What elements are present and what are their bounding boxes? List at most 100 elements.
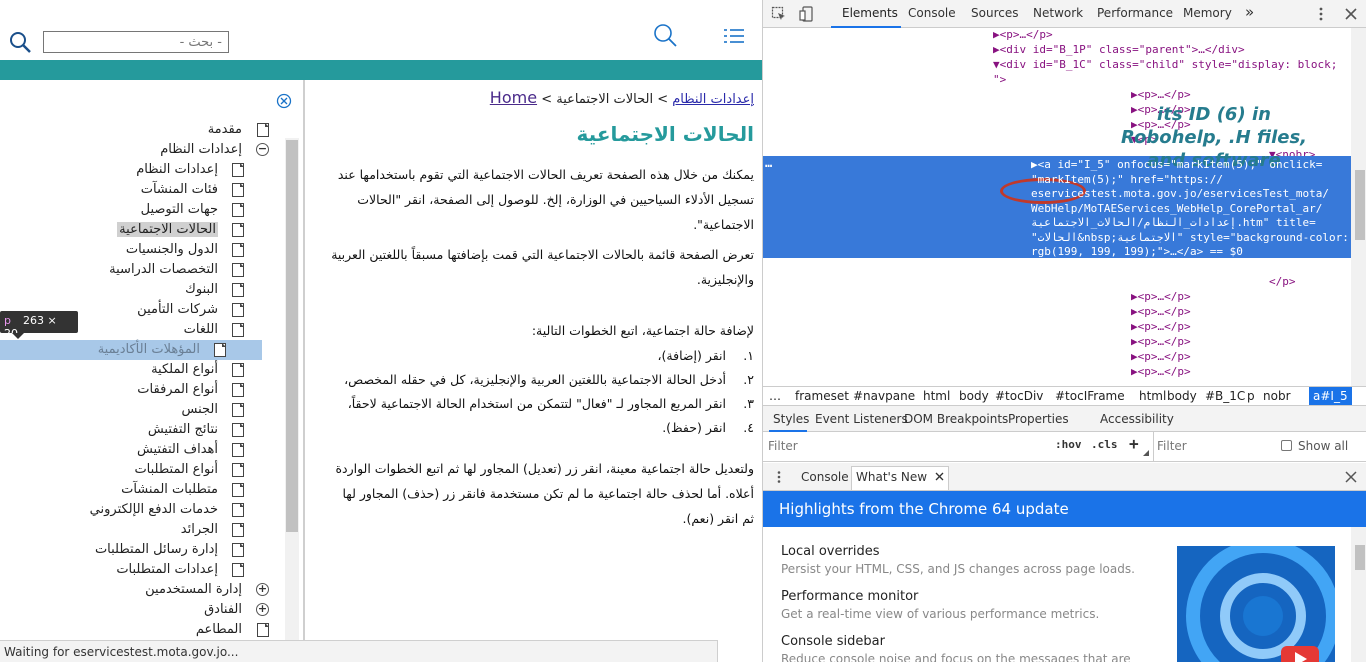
toc-item[interactable]: أنواع المتطلبات xyxy=(0,460,280,480)
dom-node[interactable]: ▶<p>…</p> xyxy=(763,28,1351,43)
dom-node[interactable]: ▶<p>…</p> xyxy=(763,320,1351,335)
toc-item[interactable]: نتائج التفتيش xyxy=(0,420,280,440)
class-toggle[interactable]: .cls xyxy=(1091,438,1118,451)
node-actions-ellipsis[interactable]: … xyxy=(765,156,772,170)
toc-item[interactable]: إعدادات المتطلبات xyxy=(0,560,280,580)
page-icon[interactable] xyxy=(232,203,244,217)
search-icon[interactable] xyxy=(8,30,34,56)
tab-sources[interactable]: Sources xyxy=(971,6,1018,20)
dom-node[interactable]: ▶<p>…</p> xyxy=(763,350,1351,365)
page-icon[interactable] xyxy=(232,403,244,417)
dom-breadcrumb-item[interactable]: frameset xyxy=(795,389,849,403)
page-icon[interactable] xyxy=(232,463,244,477)
toc-item[interactable]: الدول والجنسيات xyxy=(0,240,280,260)
dom-node[interactable]: ▶<p>…</p> xyxy=(763,88,1351,103)
toc-item[interactable]: إدارة رسائل المتطلبات xyxy=(0,540,280,560)
dom-node[interactable]: "> xyxy=(763,73,1351,88)
drawer-menu-icon[interactable] xyxy=(775,470,783,484)
page-icon[interactable] xyxy=(232,523,244,537)
tab-console[interactable]: Console xyxy=(908,6,956,20)
toc-item[interactable]: المطاعم xyxy=(0,620,280,640)
drawer-tab-console[interactable]: Console xyxy=(801,470,849,484)
drawer-tab-whats-new[interactable]: What's New xyxy=(851,466,949,490)
dom-node[interactable]: ▶<p>…</p> xyxy=(763,365,1351,380)
more-tabs-button[interactable]: » xyxy=(1245,3,1254,21)
page-icon[interactable] xyxy=(232,243,244,257)
dom-node[interactable]: ▶<p>…</p> xyxy=(763,290,1351,305)
toc-item[interactable]: الجنس xyxy=(0,400,280,420)
tab-properties[interactable]: Properties xyxy=(1008,412,1069,426)
page-icon[interactable] xyxy=(232,163,244,177)
dom-tree[interactable]: ▼<nobr> ▼<p> ▶<p>…</p> ▶<p>…</p> ▶<p>…</p> ">… xyxy=(763,28,1351,386)
page-icon[interactable] xyxy=(232,543,244,557)
close-drawer-icon[interactable] xyxy=(1345,471,1357,483)
dom-node[interactable]: ▼<div id="B_1C" class="child" style="dis… xyxy=(763,58,1351,73)
tab-styles[interactable]: Styles xyxy=(773,412,809,426)
search-toc-icon[interactable] xyxy=(652,22,680,50)
toc-item[interactable]: أهداف التفتيش xyxy=(0,440,280,460)
page-icon[interactable] xyxy=(232,563,244,577)
page-icon[interactable] xyxy=(232,263,244,277)
dom-breadcrumb-item[interactable]: nobr xyxy=(1263,389,1291,403)
search-input[interactable] xyxy=(43,31,229,53)
tab-event-listeners[interactable]: Event Listeners xyxy=(815,412,908,426)
video-thumbnail[interactable] xyxy=(1177,546,1335,662)
page-icon[interactable] xyxy=(232,423,244,437)
tab-elements[interactable]: Elements xyxy=(842,6,898,20)
toc-item[interactable]: التخصصات الدراسية xyxy=(0,260,280,280)
dom-breadcrumb-item[interactable]: p xyxy=(1247,389,1255,403)
dom-breadcrumb-item[interactable]: … xyxy=(769,389,781,403)
page-icon[interactable] xyxy=(232,503,244,517)
expand-icon[interactable]: + xyxy=(256,603,269,616)
dom-breadcrumb-item[interactable]: #tocDiv xyxy=(995,389,1043,403)
close-icon[interactable] xyxy=(935,472,944,481)
page-icon[interactable] xyxy=(232,363,244,377)
toc-item[interactable]: أنواع المرفقات xyxy=(0,380,280,400)
whats-new-scrollbar-thumb[interactable] xyxy=(1355,545,1365,570)
page-icon[interactable] xyxy=(214,343,226,357)
page-icon[interactable] xyxy=(232,483,244,497)
close-icon[interactable] xyxy=(276,93,292,109)
styles-filter-input[interactable]: Filter xyxy=(768,439,798,453)
tab-network[interactable]: Network xyxy=(1033,6,1083,20)
toc-item[interactable]: + الفنادق xyxy=(0,600,280,620)
page-icon[interactable] xyxy=(232,303,244,317)
dom-breadcrumb-item[interactable]: body xyxy=(959,389,989,403)
dom-breadcrumb-item[interactable]: #navpane xyxy=(853,389,915,403)
whats-new-item[interactable]: Performance monitor Get a real-time view… xyxy=(781,589,1099,621)
page-icon[interactable] xyxy=(257,623,269,637)
toc-list-icon[interactable] xyxy=(722,26,746,48)
whats-new-item[interactable]: Console sidebar Reduce console noise and… xyxy=(781,634,1131,662)
toc-scrollbar-thumb[interactable] xyxy=(286,140,298,532)
toc-item[interactable]: − إعدادات النظام xyxy=(0,140,280,160)
toc-item[interactable]: + إدارة المستخدمين xyxy=(0,580,280,600)
dom-scrollbar-thumb[interactable] xyxy=(1355,170,1365,240)
toc-item[interactable]: مقدمة xyxy=(0,120,280,140)
device-toolbar-icon[interactable] xyxy=(799,6,815,22)
toc-item[interactable]: أنواع الملكية xyxy=(0,360,280,380)
whats-new-item[interactable]: Local overrides Persist your HTML, CSS, … xyxy=(781,544,1135,576)
dom-node[interactable]: </p> xyxy=(763,275,1351,290)
inspect-element-icon[interactable] xyxy=(771,6,787,22)
toc-item[interactable]: إعدادات النظام xyxy=(0,160,280,180)
toc-item[interactable]: المؤهلات الأكاديمية xyxy=(0,340,262,360)
toc-item[interactable]: متطلبات المنشآت xyxy=(0,480,280,500)
page-icon[interactable] xyxy=(232,183,244,197)
tab-dom-breakpoints[interactable]: DOM Breakpoints xyxy=(904,412,1008,426)
toc-item[interactable]: خدمات الدفع الإلكتروني xyxy=(0,500,280,520)
toc-item[interactable]: فئات المنشآت xyxy=(0,180,280,200)
toc-item[interactable]: الجرائد xyxy=(0,520,280,540)
close-icon[interactable] xyxy=(1343,6,1359,22)
dom-breadcrumb-item[interactable]: a#I_5 xyxy=(1309,387,1352,405)
dom-node[interactable]: </nobr> xyxy=(763,260,1351,275)
page-icon[interactable] xyxy=(232,323,244,337)
page-icon[interactable] xyxy=(232,223,244,237)
dom-breadcrumb-item[interactable]: html xyxy=(923,389,950,403)
page-icon[interactable] xyxy=(257,123,269,137)
hover-state-toggle[interactable]: :hov xyxy=(1055,438,1082,451)
kebab-menu-icon[interactable] xyxy=(1313,6,1329,22)
show-all-checkbox[interactable] xyxy=(1281,440,1292,451)
breadcrumb-parent-link[interactable]: إعدادات النظام xyxy=(672,92,754,107)
dom-node[interactable]: ▶<div id="B_1P" class="parent">…</div> xyxy=(763,43,1351,58)
toc-item[interactable]: البنوك xyxy=(0,280,280,300)
